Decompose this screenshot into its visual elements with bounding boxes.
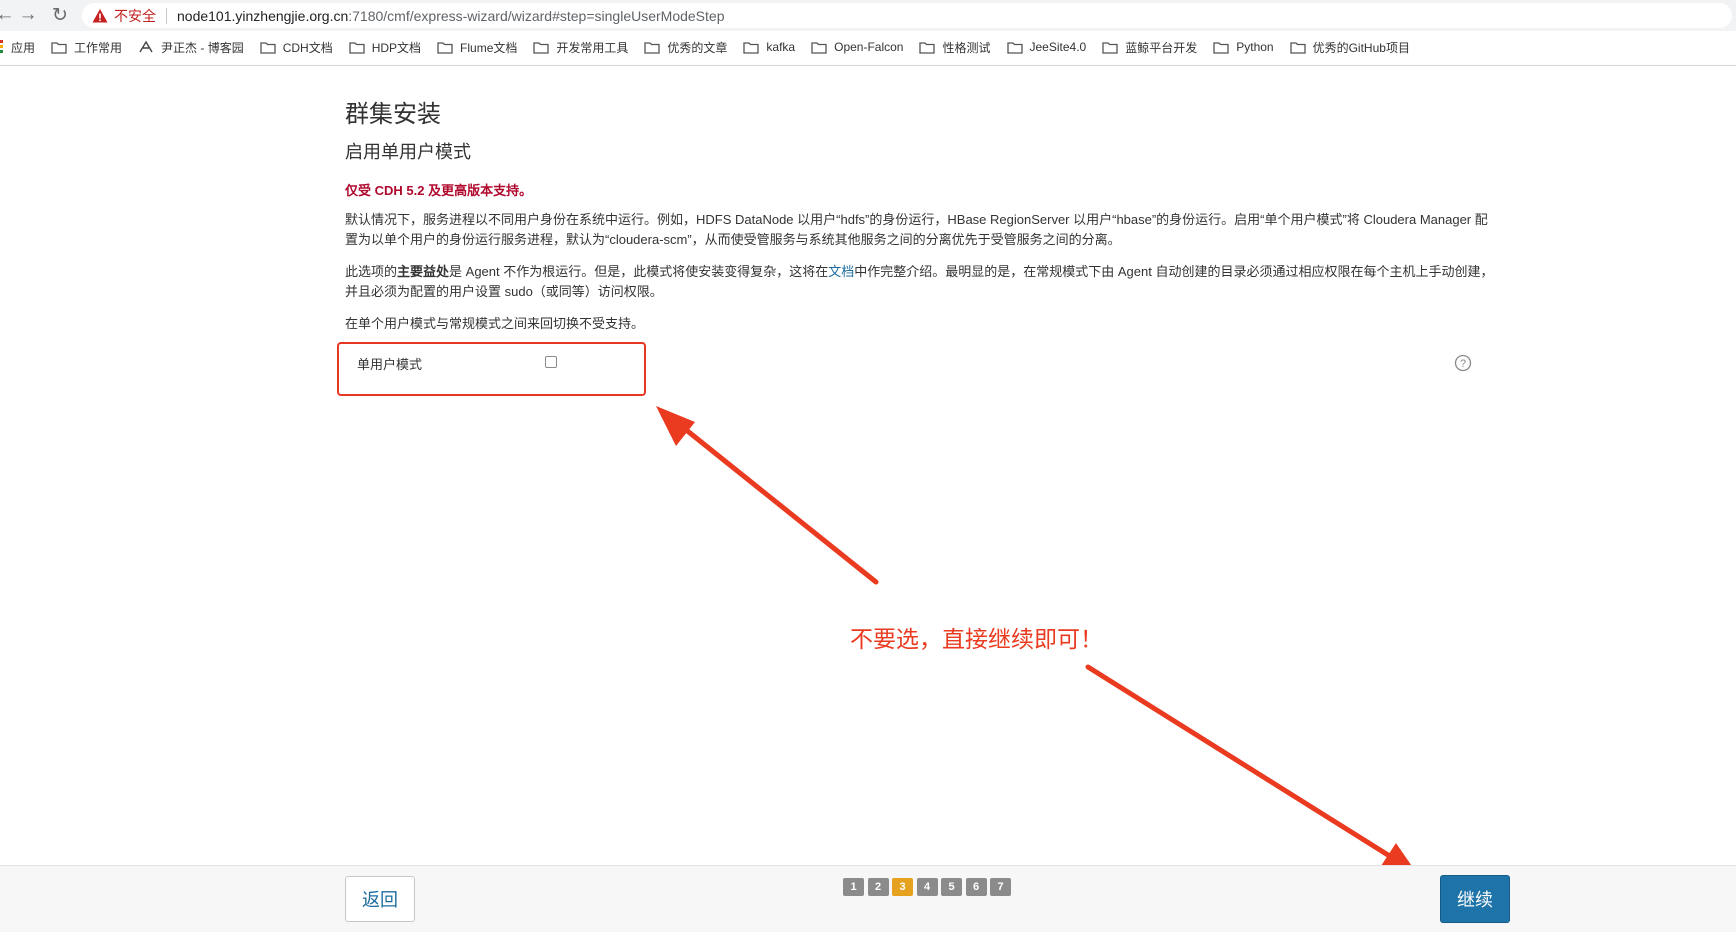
reload-icon[interactable]: ↻ [49, 4, 71, 26]
bookmark-folder[interactable]: kafka [743, 40, 795, 54]
bookmark-folder[interactable]: Python [1213, 40, 1274, 54]
single-user-mode-label: 单用户模式 [357, 357, 423, 372]
bookmark-label: JeeSite4.0 [1029, 40, 1087, 54]
folder-icon [1102, 41, 1118, 54]
paragraph-text: 是 Agent 不作为根运行。但是，此模式将使安装变得复杂，这将在 [449, 264, 829, 279]
help-icon[interactable]: ? [1454, 354, 1472, 372]
folder-icon [533, 41, 550, 54]
bookmark-label: 优秀的GitHub项目 [1312, 40, 1410, 55]
bookmark-label: Open-Falcon [834, 40, 904, 54]
bookmark-folder[interactable]: 蓝鲸平台开发 [1102, 39, 1197, 56]
step-6[interactable]: 6 [965, 878, 987, 896]
folder-icon [743, 41, 760, 54]
bookmark-folder[interactable]: 优秀的GitHub项目 [1289, 39, 1410, 56]
step-subtitle: 启用单用户模式 [345, 142, 471, 162]
bookmark-apps[interactable]: 应用 [0, 39, 35, 56]
bookmark-folder[interactable]: Open-Falcon [811, 40, 903, 54]
folder-icon [51, 41, 67, 54]
bookmark-label: kafka [766, 40, 796, 54]
folder-icon [1289, 41, 1306, 54]
warning-icon [92, 8, 108, 22]
annotation-text: 不要选，直接继续即可！ [850, 626, 1103, 652]
step-2[interactable]: 2 [867, 878, 889, 896]
browser-toolbar: ← → ↻ 不安全 node101.yinzhengjie.org.cn :71… [0, 0, 1736, 31]
bookmark-label: 优秀的文章 [667, 40, 728, 55]
insecure-label[interactable]: 不安全 [114, 6, 156, 26]
bookmark-folder[interactable]: CDH文档 [260, 39, 333, 56]
chrome-divider [0, 65, 1736, 66]
apps-icon [0, 40, 3, 53]
documentation-link[interactable]: 文档 [828, 264, 854, 279]
bookmark-label: 应用 [11, 40, 36, 55]
annotation-arrow-to-checkbox [656, 406, 879, 585]
wizard-footer: 返回 1 2 3 4 5 6 7 继续 [0, 865, 1736, 932]
bookmark-label: HDP文档 [371, 40, 422, 55]
step-indicator: 1 2 3 4 5 6 7 [843, 878, 1015, 896]
folder-icon [260, 41, 276, 54]
version-notice: 仅受 CDH 5.2 及更高版本支持。 [345, 183, 533, 198]
page-title: 群集安装 [345, 101, 441, 128]
folder-icon [644, 41, 661, 54]
annotation-arrows [656, 406, 1418, 875]
benefit-paragraph: 此选项的主要益处是 Agent 不作为根运行。但是，此模式将使安装变得复杂，这将… [345, 262, 1500, 302]
folder-icon [1213, 41, 1229, 54]
paragraph-text: 此选项的 [345, 264, 398, 279]
folder-icon [437, 41, 453, 54]
address-separator [166, 7, 167, 24]
step-4[interactable]: 4 [916, 878, 938, 896]
step-1[interactable]: 1 [843, 878, 864, 896]
single-user-mode-checkbox[interactable] [545, 356, 557, 368]
bookmark-folder[interactable]: HDP文档 [349, 39, 421, 56]
bookmark-label: Python [1236, 40, 1274, 54]
warning-paragraph: 在单个用户模式与常规模式之间来回切换不受支持。 [345, 316, 645, 331]
url-host: node101.yinzhengjie.org.cn [177, 7, 349, 24]
site-icon [139, 40, 153, 53]
address-bar[interactable]: 不安全 node101.yinzhengjie.org.cn :7180/cmf… [82, 3, 1732, 28]
bookmark-label: 性格测试 [942, 40, 991, 55]
bookmark-site[interactable]: 尹正杰 - 博客园 [138, 39, 244, 56]
step-5[interactable]: 5 [941, 878, 962, 896]
bookmark-label: CDH文档 [282, 40, 333, 55]
continue-button[interactable]: 继续 [1440, 875, 1510, 923]
folder-icon [919, 41, 936, 54]
url-path: :7180/cmf/express-wizard/wizard#step=sin… [348, 7, 725, 24]
bookmark-folder[interactable]: 开发常用工具 [533, 39, 628, 56]
bookmark-label: 蓝鲸平台开发 [1125, 40, 1198, 55]
step-3-current[interactable]: 3 [892, 878, 913, 896]
bookmark-label: 工作常用 [74, 40, 123, 55]
bookmark-folder[interactable]: Flume文档 [437, 39, 517, 56]
svg-text:?: ? [1460, 358, 1466, 370]
bookmark-folder[interactable]: 工作常用 [51, 39, 122, 56]
back-button[interactable]: 返回 [345, 876, 415, 922]
bookmark-label: Flume文档 [460, 40, 518, 55]
description-paragraph: 默认情况下，服务进程以不同用户身份在系统中运行。例如，HDFS DataNode… [345, 212, 1488, 247]
step-7[interactable]: 7 [990, 878, 1011, 896]
bookmark-label: 尹正杰 - 博客园 [161, 40, 244, 55]
bookmark-folder[interactable]: 性格测试 [919, 39, 991, 56]
folder-icon [349, 41, 365, 54]
bold-text: 主要益处 [397, 264, 450, 279]
bookmark-folder[interactable]: 优秀的文章 [644, 39, 727, 56]
bookmarks-bar: 应用 工作常用 尹正杰 - 博客园 CDH文档 HDP文档 Flume文档 开发… [0, 33, 1736, 61]
bookmark-label: 开发常用工具 [556, 40, 629, 55]
forward-arrow-icon[interactable]: → [17, 4, 39, 26]
folder-icon [811, 41, 827, 54]
folder-icon [1006, 41, 1023, 54]
annotation-arrow-to-continue [1085, 664, 1418, 875]
back-arrow-icon[interactable]: ← [0, 4, 16, 26]
bookmark-folder[interactable]: JeeSite4.0 [1006, 40, 1087, 54]
